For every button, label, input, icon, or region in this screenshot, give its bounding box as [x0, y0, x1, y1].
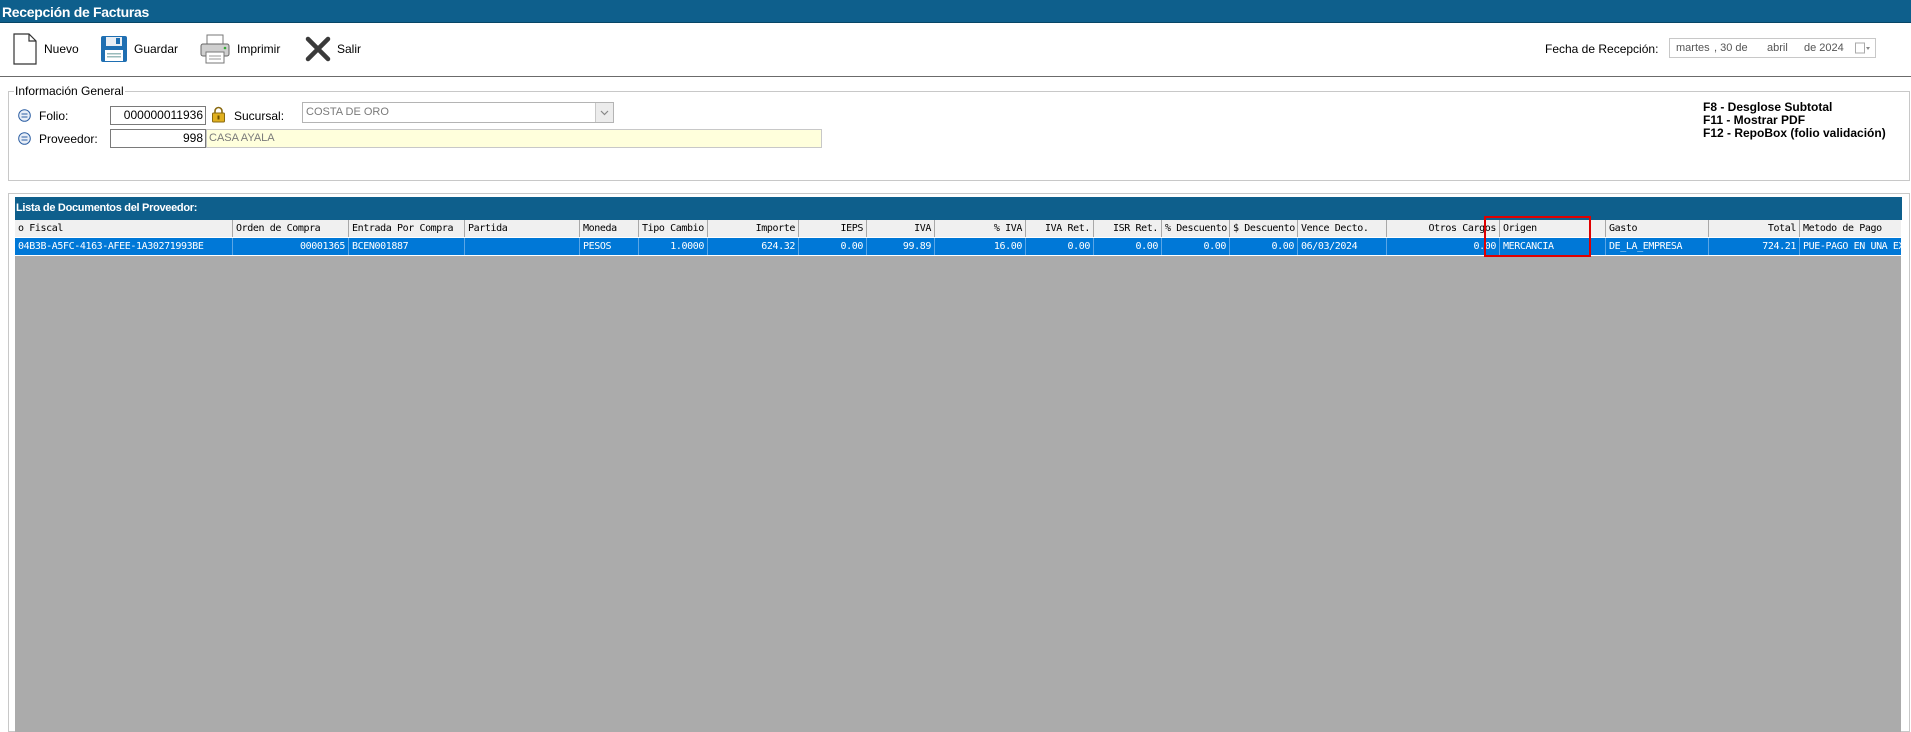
- col-header-importe[interactable]: Importe: [708, 220, 799, 237]
- proveedor-label: Proveedor:: [39, 132, 98, 146]
- col-header-otros-cargos[interactable]: Otros Cargos: [1387, 220, 1500, 237]
- col-header-total[interactable]: Total: [1709, 220, 1800, 237]
- sucursal-value: COSTA DE ORO: [306, 106, 389, 118]
- print-button[interactable]: Imprimir: [199, 31, 280, 67]
- folio-field[interactable]: 000000011936: [110, 106, 206, 125]
- calendar-dropdown-icon[interactable]: [1855, 42, 1871, 55]
- lock-icon[interactable]: [211, 106, 226, 123]
- cell-iva[interactable]: 99.89: [867, 238, 935, 255]
- close-icon: [305, 36, 331, 62]
- col-header-vence-decto[interactable]: Vence Decto.: [1298, 220, 1387, 237]
- cell-folio-fiscal[interactable]: 04B3B-A5FC-4163-AFEE-1A30271993BE: [15, 238, 233, 255]
- cell-tipo-cambio[interactable]: 1.0000: [639, 238, 708, 255]
- col-header-gasto[interactable]: Gasto: [1606, 220, 1709, 237]
- save-button-label: Guardar: [134, 42, 179, 56]
- new-button-label: Nuevo: [44, 42, 79, 56]
- grid-header-row: o Fiscal Orden de Compra Entrada Por Com…: [15, 220, 1901, 238]
- chevron-down-icon: [600, 110, 609, 116]
- col-header-origen[interactable]: Origen: [1500, 220, 1606, 237]
- col-header-pct-iva[interactable]: % IVA: [935, 220, 1026, 237]
- col-header-ieps[interactable]: IEPS: [799, 220, 867, 237]
- col-header-iva-ret[interactable]: IVA Ret.: [1026, 220, 1094, 237]
- folio-lookup-icon[interactable]: [18, 109, 31, 122]
- documents-list-title: Lista de Documentos del Proveedor:: [15, 197, 1902, 220]
- sucursal-dropdown-button[interactable]: [595, 103, 613, 122]
- cell-partida[interactable]: [465, 238, 580, 255]
- proveedor-lookup-icon[interactable]: [18, 132, 31, 145]
- new-document-icon: [13, 33, 37, 65]
- fecha-recepcion-picker[interactable]: martes , 30 de abril de 2024: [1669, 38, 1876, 58]
- cell-entrada-compra[interactable]: BCEN001887: [349, 238, 465, 255]
- col-header-orden-compra[interactable]: Orden de Compra: [233, 220, 349, 237]
- informacion-general-legend: Información General: [14, 84, 125, 98]
- cell-isr-ret[interactable]: 0.00: [1094, 238, 1162, 255]
- col-header-entrada-compra[interactable]: Entrada Por Compra: [349, 220, 465, 237]
- new-button[interactable]: Nuevo: [12, 31, 79, 67]
- col-header-isr-ret[interactable]: ISR Ret.: [1094, 220, 1162, 237]
- cell-total[interactable]: 724.21: [1709, 238, 1800, 255]
- col-header-partida[interactable]: Partida: [465, 220, 580, 237]
- documents-grid[interactable]: o Fiscal Orden de Compra Entrada Por Com…: [15, 220, 1901, 732]
- cell-pct-descuento[interactable]: 0.00: [1162, 238, 1230, 255]
- printer-icon: [200, 34, 230, 64]
- col-header-metodo-pago[interactable]: Metodo de Pago: [1800, 220, 1901, 237]
- cell-pct-iva[interactable]: 16.00: [935, 238, 1026, 255]
- window-title: Recepción de Facturas: [0, 0, 1911, 23]
- col-header-iva[interactable]: IVA: [867, 220, 935, 237]
- fecha-year: de 2024: [1804, 42, 1844, 54]
- shortcut-f12: F12 - RepoBox (folio validación): [1703, 126, 1886, 140]
- cell-vence-decto[interactable]: 06/03/2024: [1298, 238, 1387, 255]
- fecha-day: , 30 de: [1714, 42, 1748, 54]
- cell-iva-ret[interactable]: 0.00: [1026, 238, 1094, 255]
- sucursal-label: Sucursal:: [234, 109, 285, 123]
- col-header-monto-descuento[interactable]: $ Descuento: [1230, 220, 1298, 237]
- proveedor-name-field: CASA AYALA: [206, 129, 822, 148]
- print-button-label: Imprimir: [237, 42, 281, 56]
- cell-ieps[interactable]: 0.00: [799, 238, 867, 255]
- proveedor-id-field[interactable]: 998: [110, 129, 206, 148]
- exit-button[interactable]: Salir: [305, 31, 361, 67]
- fecha-recepcion-label: Fecha de Recepción:: [1545, 42, 1659, 56]
- col-header-moneda[interactable]: Moneda: [580, 220, 639, 237]
- cell-monto-descuento[interactable]: 0.00: [1230, 238, 1298, 255]
- floppy-disk-icon: [101, 36, 127, 62]
- save-button[interactable]: Guardar: [100, 31, 178, 67]
- cell-otros-cargos[interactable]: 0.00: [1387, 238, 1500, 255]
- cell-importe[interactable]: 624.32: [708, 238, 799, 255]
- cell-origen[interactable]: MERCANCIA: [1500, 238, 1606, 255]
- col-header-tipo-cambio[interactable]: Tipo Cambio: [639, 220, 708, 237]
- fecha-month: abril: [1767, 42, 1788, 54]
- col-header-folio-fiscal[interactable]: o Fiscal: [15, 220, 233, 237]
- table-row[interactable]: 04B3B-A5FC-4163-AFEE-1A30271993BE 000013…: [15, 237, 1901, 256]
- cell-moneda[interactable]: PESOS: [580, 238, 639, 255]
- col-header-pct-descuento[interactable]: % Descuento: [1162, 220, 1230, 237]
- cell-metodo-pago[interactable]: PUE-PAGO EN UNA EXH: [1800, 238, 1901, 255]
- fecha-weekday: martes: [1676, 42, 1710, 54]
- sucursal-select[interactable]: COSTA DE ORO: [302, 102, 614, 123]
- cell-orden-compra[interactable]: 00001365: [233, 238, 349, 255]
- exit-button-label: Salir: [337, 42, 362, 56]
- shortcut-hints: F8 - Desglose Subtotal F11 - Mostrar PDF…: [1703, 101, 1886, 140]
- cell-gasto[interactable]: DE_LA_EMPRESA: [1606, 238, 1709, 255]
- folio-label: Folio:: [39, 109, 69, 123]
